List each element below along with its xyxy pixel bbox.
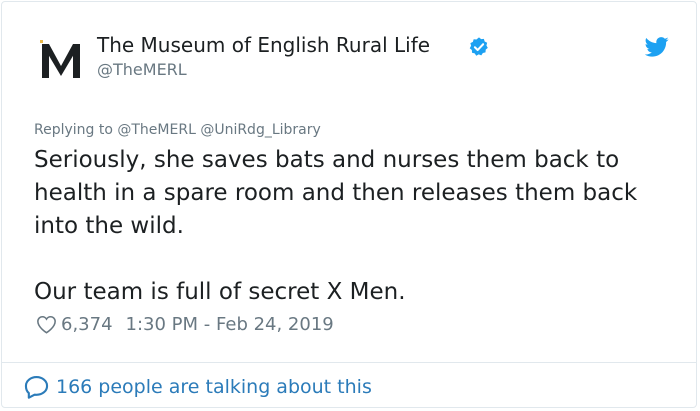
conversation-link[interactable]: 166 people are talking about this: [24, 375, 372, 399]
like-count[interactable]: 6,374: [61, 314, 113, 335]
tweet-meta: 6,374 1:30 PM - Feb 24, 2019: [36, 314, 334, 335]
divider: [2, 362, 696, 363]
tweet-paragraph: Seriously, she saves bats and nurses the…: [34, 147, 638, 239]
tweet-text: Seriously, she saves bats and nurses the…: [34, 144, 674, 309]
heart-icon[interactable]: [36, 315, 57, 334]
conversation-text[interactable]: 166 people are talking about this: [56, 376, 372, 398]
author-name[interactable]: The Museum of English Rural Life: [97, 33, 430, 57]
tweet-card[interactable]: The Museum of English Rural Life @TheMER…: [1, 1, 697, 408]
twitter-bird-icon[interactable]: [645, 37, 669, 57]
speech-bubble-icon: [24, 376, 49, 399]
tweet-paragraph: Our team is full of secret X Men.: [34, 279, 406, 305]
author-handle[interactable]: @TheMERL: [97, 60, 187, 79]
merl-logo-icon[interactable]: [40, 40, 82, 80]
tweet-timestamp[interactable]: 1:30 PM - Feb 24, 2019: [126, 314, 334, 335]
verified-badge-icon: [469, 37, 488, 56]
reply-context[interactable]: Replying to @TheMERL @UniRdg_Library: [34, 122, 321, 138]
